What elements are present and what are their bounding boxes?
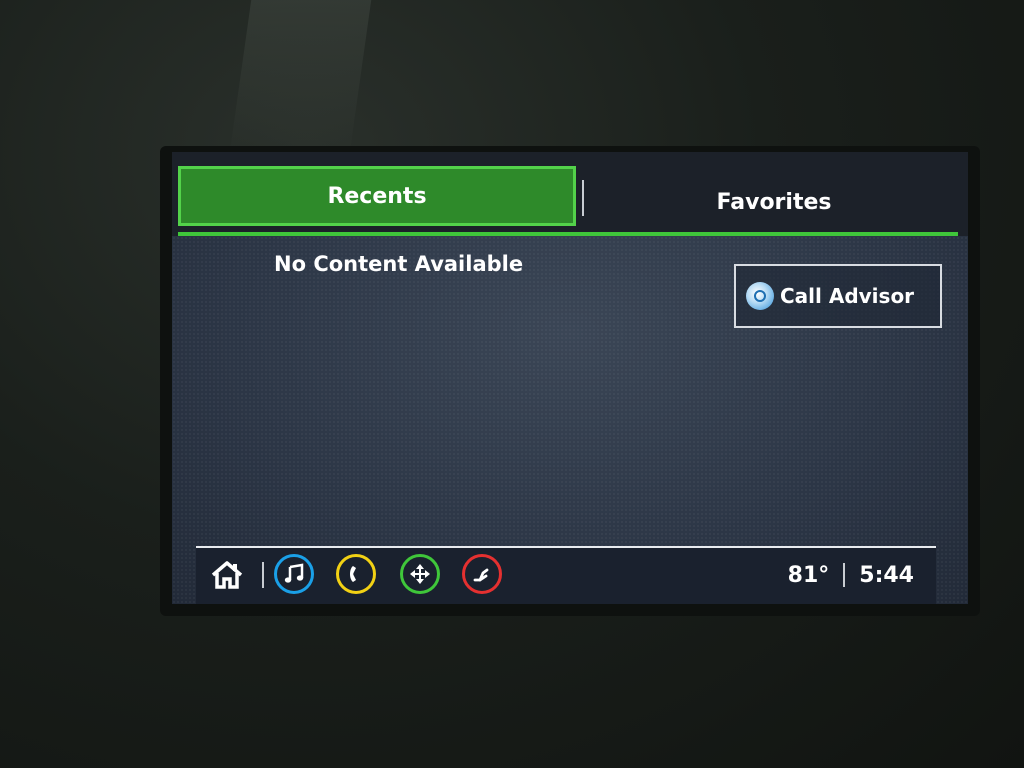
tab-bar: Recents Favorites: [172, 152, 968, 236]
music-icon: [284, 563, 304, 583]
climate-seat-button[interactable]: [462, 554, 502, 594]
status-area: 81° 5:44: [788, 558, 914, 592]
bottom-bar-separator: [262, 562, 264, 588]
status-separator: [843, 563, 846, 587]
bottom-bar: 81° 5:44: [196, 548, 936, 604]
home-icon[interactable]: [210, 560, 244, 590]
navigation-icon: [410, 564, 430, 584]
tab-favorites[interactable]: Favorites: [584, 180, 964, 224]
light-glare: [228, 0, 372, 160]
tab-recents[interactable]: Recents: [178, 166, 576, 226]
empty-message: No Content Available: [274, 252, 524, 276]
tab-underline: [178, 232, 958, 236]
onstar-icon: [746, 282, 774, 310]
call-advisor-label: Call Advisor: [780, 284, 915, 308]
call-advisor-button[interactable]: Call Advisor: [734, 264, 942, 328]
audio-button[interactable]: [274, 554, 314, 594]
phone-button[interactable]: [336, 554, 376, 594]
infotainment-screen: Recents Favorites No Content Available C…: [172, 152, 968, 604]
phone-icon: [350, 566, 356, 582]
navigation-button[interactable]: [400, 554, 440, 594]
temperature-readout: 81°: [787, 562, 830, 588]
clock-readout: 5:44: [859, 562, 914, 588]
seat-icon: [473, 568, 489, 582]
